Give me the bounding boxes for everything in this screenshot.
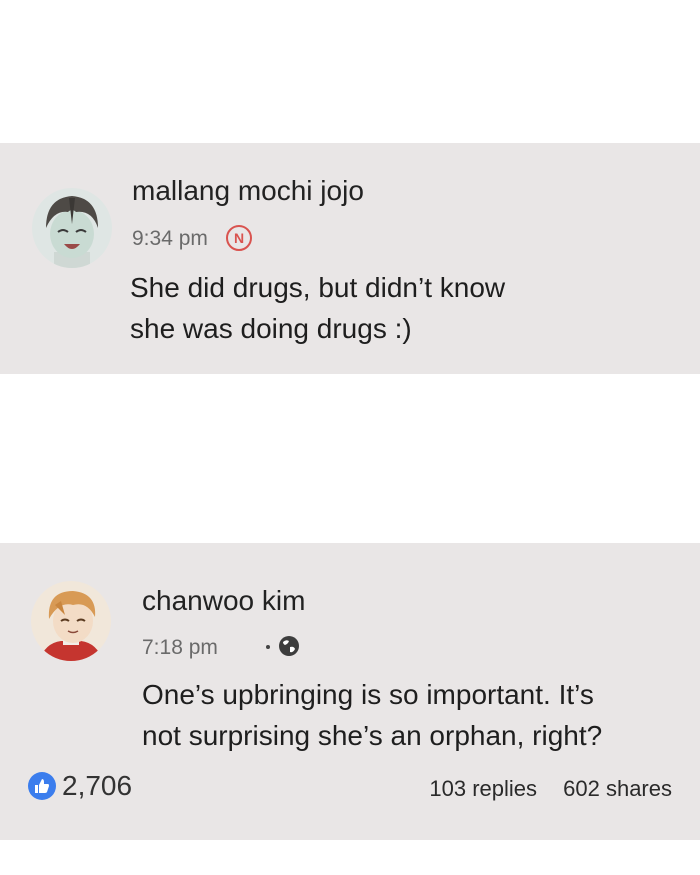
avatar[interactable] — [32, 188, 112, 268]
separator-dot — [266, 645, 270, 649]
like-reaction[interactable]: 2,706 — [28, 770, 132, 802]
comment-text-line: not surprising she’s an orphan, right? — [142, 720, 603, 751]
comment-text-line: she was doing drugs :) — [130, 313, 412, 344]
shares-link[interactable]: 602 shares — [563, 776, 672, 801]
author-name[interactable]: mallang mochi jojo — [132, 175, 364, 207]
comment-text-line: One’s upbringing is so important. It’s — [142, 679, 594, 710]
thumbs-up-icon[interactable] — [28, 772, 56, 800]
comment-card: chanwoo kim 7:18 pm One’s upbringing is … — [0, 543, 700, 840]
comment-card: mallang mochi jojo 9:34 pm N She did dru… — [0, 143, 700, 374]
comment-text-line: She did drugs, but didn’t know — [130, 272, 506, 303]
avatar[interactable] — [31, 581, 111, 661]
author-name[interactable]: chanwoo kim — [142, 585, 305, 617]
replies-link[interactable]: 103 replies — [429, 776, 537, 801]
engagement-stats: 103 replies 602 shares — [429, 776, 672, 802]
globe-icon — [279, 636, 299, 656]
new-badge: N — [226, 225, 252, 251]
comment-text: She did drugs, but didn’t know she was d… — [130, 267, 670, 349]
comment-text: One’s upbringing is so important. It’s n… — [142, 674, 682, 756]
comment-time: 9:34 pm — [132, 227, 208, 250]
like-count: 2,706 — [62, 770, 133, 801]
comment-time: 7:18 pm — [142, 636, 218, 659]
